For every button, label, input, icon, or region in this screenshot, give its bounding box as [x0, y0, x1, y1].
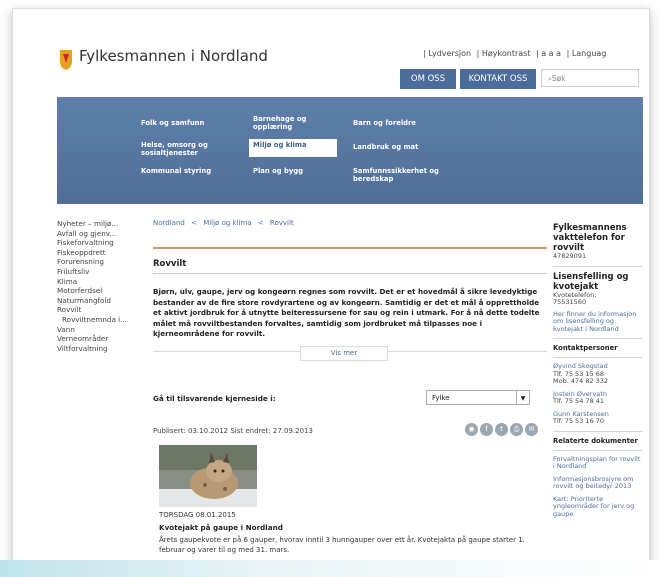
contact-phone: Tlf. 75 54 78 41: [553, 397, 605, 405]
vis-mer-button[interactable]: Vis mer: [300, 346, 388, 361]
contact-mobile: Mob. 474 82 332: [553, 377, 609, 385]
breadcrumb-separator: <: [257, 219, 264, 227]
print-icon[interactable]: ⎙: [510, 423, 523, 436]
nav-kommunal-styring[interactable]: Kommunal styring: [141, 167, 211, 175]
news-title[interactable]: Kvotejakt på gaupe i Nordland: [159, 523, 283, 532]
text-size-link[interactable]: | a a a: [536, 49, 561, 58]
nav-barnehage[interactable]: Barnehage og opplæring: [253, 115, 323, 131]
top-links: | Lydversjon | Høykontrast | a a a | Lan…: [423, 49, 609, 58]
contact-phone: Tlf. 75 53 16 70: [553, 417, 605, 425]
lisens-title: Lisensfelling og kvotejakt: [553, 271, 629, 292]
nav-plan-og-bygg[interactable]: Plan og bygg: [253, 167, 303, 175]
om-oss-button[interactable]: OM OSS: [400, 69, 456, 89]
lisens-link[interactable]: Her finner du informasjon om lisensfelli…: [553, 310, 643, 334]
divider: [553, 357, 643, 358]
left-menu-item[interactable]: Nyheter – miljø...: [57, 219, 127, 229]
bottom-edge: [0, 560, 664, 577]
nav-landbruk[interactable]: Landbruk og mat: [353, 143, 418, 151]
kontakt-title: Kontaktpersoner: [553, 344, 618, 352]
left-menu-item[interactable]: Fiskeforvaltning: [57, 238, 127, 248]
email-icon[interactable]: ✉: [525, 423, 538, 436]
left-menu-item[interactable]: Vann: [57, 325, 127, 335]
left-menu-item[interactable]: Fiskeoppdrett: [57, 248, 127, 258]
nav-samfunnssikkerhet[interactable]: Samfunnssikkerhet og beredskap: [353, 167, 453, 183]
news-text: Årets gaupekvote er på 6 gauper, hvorav …: [159, 536, 525, 554]
vakttelefon-title: Fylkesmannens vakttelefon for rovvilt: [553, 223, 627, 253]
select-value: Fylke: [432, 394, 450, 402]
goto-label: Gå til tilsvarende kjerneside i:: [153, 394, 276, 403]
lynx-image[interactable]: [159, 445, 257, 507]
coat-of-arms-logo[interactable]: [59, 49, 73, 71]
kvotetelefon-number: 75531560: [553, 298, 587, 306]
breadcrumb: Nordland < Miljø og klima < Rovvilt: [153, 219, 294, 227]
site-title[interactable]: Fylkesmannen i Nordland: [79, 47, 268, 65]
breadcrumb-separator: <: [191, 219, 197, 227]
twitter-icon[interactable]: t: [495, 423, 508, 436]
fylke-select[interactable]: Fylke ▼: [426, 390, 530, 405]
vakttelefon-number: 47829091: [553, 252, 587, 260]
chevron-down-icon: ▼: [516, 391, 529, 404]
left-menu: Nyheter – miljø... Avfall og gjenv... Fi…: [57, 219, 127, 353]
nav-barn-og-foreldre[interactable]: Barn og foreldre: [353, 119, 416, 127]
left-menu-item[interactable]: Rovvilt: [57, 305, 127, 315]
left-menu-item[interactable]: Friluftsliv: [57, 267, 127, 277]
title-rule: [153, 247, 547, 249]
left-menu-item[interactable]: Motorferdsel: [57, 286, 127, 296]
search-placeholder: Søk: [551, 74, 566, 83]
kontakt-oss-button[interactable]: KONTAKT OSS: [460, 69, 536, 89]
lydversjon-link[interactable]: | Lydversjon: [423, 49, 471, 58]
nav-helse[interactable]: Helse, omsorg og sosialtjenester: [141, 141, 231, 157]
right-sidebar: Fylkesmannens vakttelefon for rovvilt 47…: [553, 223, 643, 518]
page-title: Rovvilt: [153, 259, 187, 269]
browser-page: Fylkesmannen i Nordland | Lydversjon | H…: [12, 8, 650, 567]
relaterte-title: Relaterte dokumenter: [553, 436, 638, 445]
nav-folk-og-samfunn[interactable]: Folk og samfunn: [141, 119, 204, 127]
divider: [553, 265, 643, 267]
document-link[interactable]: Kart: Prioriterte yngleområder for jerv …: [553, 495, 643, 519]
search-input[interactable]: ⌕Søk: [541, 69, 639, 87]
language-link[interactable]: | Languag: [567, 49, 607, 58]
published-date: Publisert: 03.10.2012 Sist endret: 27.09…: [153, 427, 313, 435]
intro-text: Bjørn, ulv, gaupe, jerv og kongeørn regn…: [153, 287, 540, 339]
left-menu-item[interactable]: Avfall og gjenv...: [57, 229, 127, 239]
document-link[interactable]: Informasjonsbrosjyre om rovvilt og beite…: [553, 475, 643, 491]
main-nav: Folk og samfunn Barnehage og opplæring B…: [57, 97, 643, 204]
hoykontrast-link[interactable]: | Høykontrast: [477, 49, 531, 58]
left-menu-item[interactable]: Forurensning: [57, 257, 127, 267]
left-menu-item[interactable]: Viltforvaltning: [57, 344, 127, 354]
breadcrumb-nordland[interactable]: Nordland: [153, 219, 185, 227]
breadcrumb-miljo[interactable]: Miljø og klima: [203, 219, 251, 227]
facebook-icon[interactable]: f: [480, 423, 493, 436]
left-menu-item[interactable]: Klima: [57, 277, 127, 287]
divider: [153, 273, 547, 274]
left-menu-item[interactable]: Naturmangfold: [57, 296, 127, 306]
breadcrumb-rovvilt[interactable]: Rovvilt: [270, 219, 294, 227]
news-date: TORSDAG 08.01.2015: [159, 511, 236, 519]
divider: [553, 430, 643, 432]
nav-miljo-og-klima[interactable]: Miljø og klima: [249, 139, 337, 157]
left-menu-item[interactable]: Verneområder: [57, 334, 127, 344]
left-menu-subitem[interactable]: Rovviltnemnda i...: [57, 315, 127, 325]
rss-icon[interactable]: ◉: [465, 423, 478, 436]
divider: [553, 449, 643, 451]
document-link[interactable]: Forvaltningsplan for rovvilt i Nordland: [553, 455, 643, 471]
divider: [553, 338, 643, 339]
